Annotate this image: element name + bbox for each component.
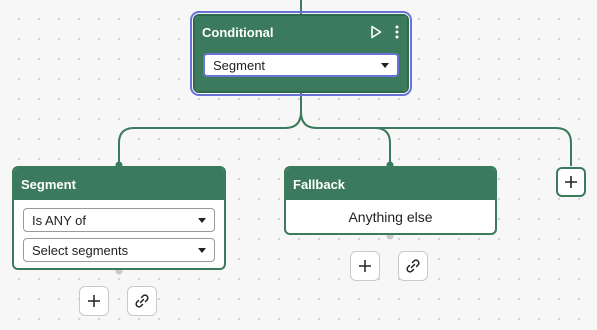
more-vertical-icon[interactable] [394, 25, 400, 39]
fallback-branch-body: Anything else [286, 200, 495, 233]
chevron-down-icon [198, 217, 206, 223]
add-branch-button[interactable] [556, 167, 586, 197]
segment-operator-select[interactable]: Is ANY of [23, 208, 215, 232]
segment-branch-body: Is ANY of Select segments [14, 200, 224, 262]
conditional-title: Conditional [202, 24, 274, 40]
conditional-node[interactable]: Conditional Segment [190, 11, 412, 96]
segment-link-button[interactable] [127, 286, 157, 316]
fallback-branch-node[interactable]: Fallback Anything else [284, 166, 497, 235]
conditional-header: Conditional [195, 16, 407, 48]
link-icon [406, 259, 420, 273]
chevron-down-icon [381, 62, 389, 68]
fallback-branch-header: Fallback [286, 168, 495, 200]
play-icon[interactable] [370, 25, 382, 39]
segment-branch-title: Segment [21, 176, 76, 192]
segment-branch-header: Segment [14, 168, 224, 200]
plus-icon [88, 295, 100, 307]
condition-type-value: Segment [213, 57, 266, 73]
segment-operator-value: Is ANY of [32, 212, 86, 228]
fallback-add-step-button[interactable] [350, 251, 380, 281]
segments-select[interactable]: Select segments [23, 238, 215, 262]
fallback-text: Anything else [348, 208, 433, 225]
segments-placeholder: Select segments [32, 242, 129, 258]
link-icon [135, 294, 149, 308]
segment-add-step-button[interactable] [79, 286, 109, 316]
condition-type-select[interactable]: Segment [203, 53, 399, 77]
segment-branch-node[interactable]: Segment Is ANY of Select segments [12, 166, 226, 270]
plus-icon [359, 260, 371, 272]
fallback-link-button[interactable] [398, 251, 428, 281]
conditional-body: Segment [195, 48, 407, 91]
chevron-down-icon [198, 247, 206, 253]
plus-icon [565, 176, 577, 188]
fallback-branch-title: Fallback [293, 176, 346, 192]
